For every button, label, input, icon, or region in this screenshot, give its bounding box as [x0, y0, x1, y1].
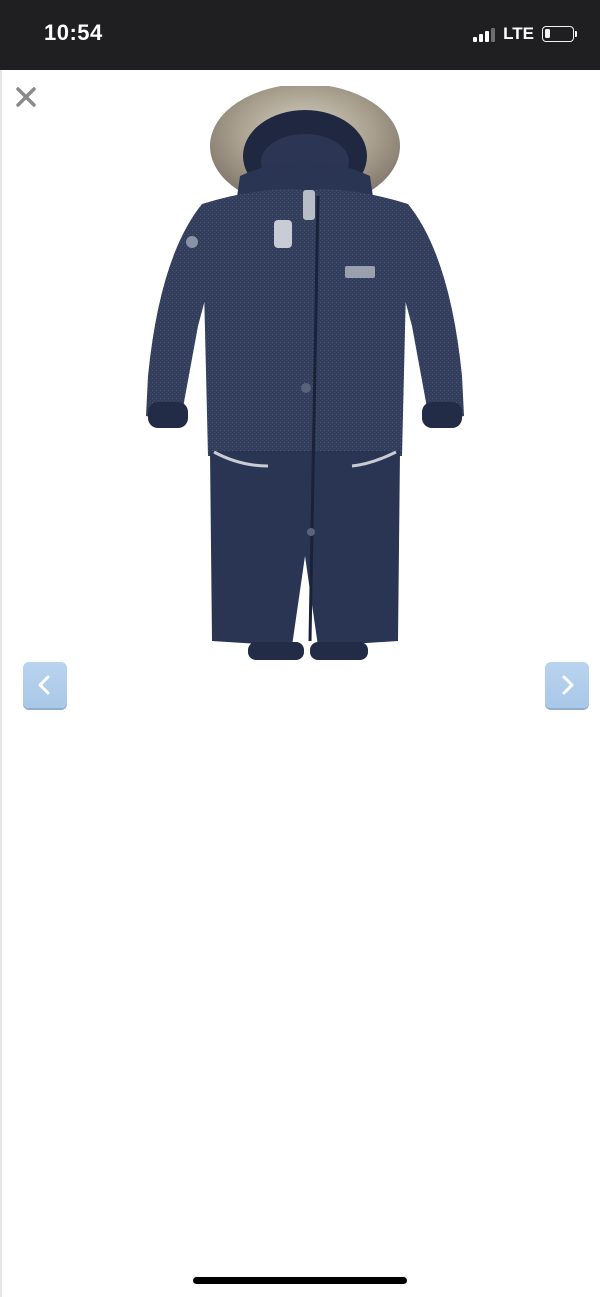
status-indicators: LTE — [473, 24, 577, 44]
snowsuit-image — [146, 84, 464, 660]
product-image — [140, 84, 470, 666]
close-icon — [16, 87, 36, 107]
chevron-left-icon — [38, 675, 50, 695]
next-image-button[interactable] — [545, 662, 589, 708]
viewer-edge — [0, 70, 2, 1297]
signal-icon — [473, 26, 496, 42]
close-button[interactable] — [12, 83, 40, 111]
battery-icon — [542, 26, 577, 42]
network-label: LTE — [503, 24, 534, 43]
status-time: 10:54 — [44, 20, 103, 45]
battery-fill — [545, 29, 550, 38]
previous-image-button[interactable] — [23, 662, 67, 708]
status-bar: 10:54 LTE — [0, 0, 600, 70]
home-indicator[interactable] — [193, 1277, 407, 1284]
chevron-right-icon — [562, 675, 574, 695]
